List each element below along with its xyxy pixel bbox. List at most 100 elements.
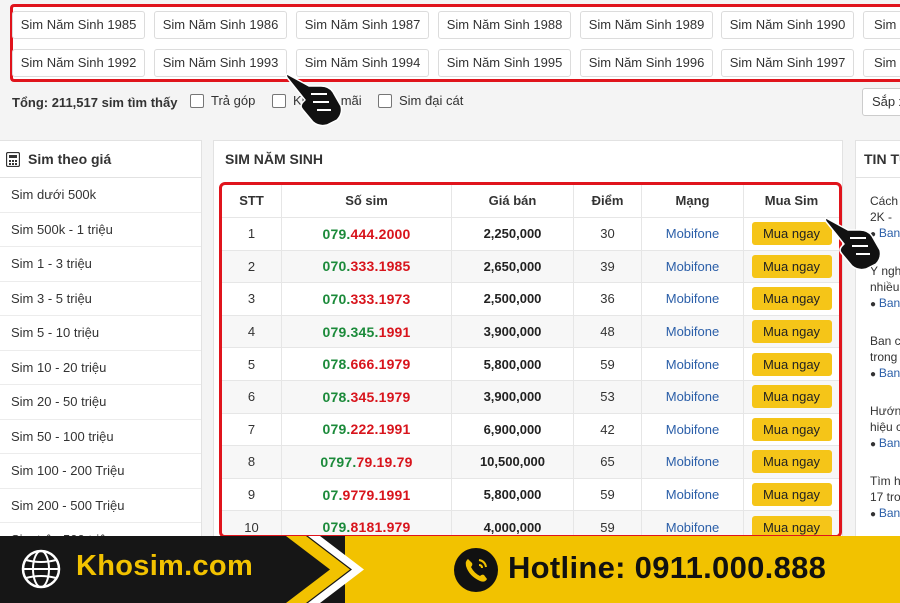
buy-now-button[interactable]: Mua ngay xyxy=(751,483,832,507)
sim-number[interactable]: 0797.79.19.79 xyxy=(282,446,452,478)
sim-number-suffix: 444.2000 xyxy=(350,225,411,242)
lucky-label: Sim đại cát xyxy=(399,93,464,108)
sim-price: 5,800,000 xyxy=(452,348,574,380)
news-item[interactable]: Ban c trong ● Ban xyxy=(870,333,900,383)
year-tag[interactable]: Sim Năm Sinh 1997 xyxy=(721,49,854,77)
year-tag[interactable]: Sim Năm Sinh 1985 xyxy=(12,11,145,39)
buy-now-button[interactable]: Mua ngay xyxy=(751,385,832,409)
news-title-line: Cách xyxy=(870,194,899,208)
news-item[interactable]: Tìm h 17 tro ● Ban xyxy=(870,473,900,523)
year-tag[interactable]: Sim Năm Sinh 1989 xyxy=(580,11,713,39)
buy-cell: Mua ngay xyxy=(744,414,839,446)
sidebar-price-item[interactable]: Sim 10 - 20 triệu xyxy=(0,351,201,385)
table-row: 9 07.9779.1991 5,800,000 59 Mobifone Mua ngay xyxy=(222,478,839,512)
row-index: 8 xyxy=(222,446,282,478)
sim-network[interactable]: Mobifone xyxy=(642,478,744,511)
sidebar-price-item[interactable]: Sim 100 - 200 Triệu xyxy=(0,454,201,489)
sim-number[interactable]: 070.333.1985 xyxy=(282,250,452,283)
sim-network[interactable]: Mobifone xyxy=(642,381,744,413)
sim-network[interactable]: Mobifone xyxy=(642,511,744,535)
news-title-line: Tìm h xyxy=(870,474,900,488)
sim-number[interactable]: 078.666.1979 xyxy=(282,348,452,380)
sim-number-suffix: 9779.1991 xyxy=(342,486,411,503)
buy-cell: Mua ngay xyxy=(744,381,839,413)
year-tag[interactable]: Sim Năm Sinh 1993 xyxy=(154,49,287,77)
checkbox-icon[interactable] xyxy=(378,93,392,108)
year-tag[interactable]: Sim Năm Sinh 1998 xyxy=(863,49,900,77)
news-link[interactable]: Ban xyxy=(879,436,900,450)
sim-score: 48 xyxy=(574,315,642,348)
checkbox-icon[interactable] xyxy=(190,93,204,108)
sim-network[interactable]: Mobifone xyxy=(642,283,744,315)
sort-dropdown[interactable]: Sắp xếp xyxy=(862,88,900,116)
sim-network[interactable]: Mobifone xyxy=(642,348,744,380)
news-link[interactable]: Ban xyxy=(879,296,900,310)
sim-number[interactable]: 079.222.1991 xyxy=(282,413,452,446)
buy-now-button[interactable]: Mua ngay xyxy=(751,417,832,441)
buy-now-button[interactable]: Mua ngay xyxy=(751,352,832,376)
phone-icon xyxy=(454,548,498,592)
header-buy: Mua Sim xyxy=(764,193,819,209)
sim-network[interactable]: Mobifone xyxy=(642,446,744,478)
sim-score: 30 xyxy=(574,218,642,250)
calculator-icon xyxy=(6,151,20,167)
buy-now-button[interactable]: Mua ngay xyxy=(751,450,832,474)
buy-now-button[interactable]: Mua ngay xyxy=(751,320,832,344)
news-title-line: 17 tro xyxy=(870,490,900,504)
pointing-hand-icon xyxy=(824,217,882,271)
sim-number-suffix: 333.1973 xyxy=(350,290,411,307)
buy-cell: Mua ngay xyxy=(744,511,839,535)
sim-network[interactable]: Mobifone xyxy=(642,250,744,283)
sim-score: 53 xyxy=(574,381,642,413)
sim-network[interactable]: Mobifone xyxy=(642,315,744,348)
year-tag[interactable]: Sim Năm Sinh 1995 xyxy=(438,49,571,77)
news-item[interactable]: Hướn hiệu c ● Ban xyxy=(870,403,900,453)
sidebar-price-item[interactable]: Sim 200 - 500 Triệu xyxy=(0,489,201,523)
year-tag[interactable]: Sim Năm Sinh 1992 xyxy=(12,49,145,77)
news-title-line: Hướn xyxy=(870,404,900,418)
sidebar-price-item[interactable]: Sim dưới 500k xyxy=(0,178,201,213)
news-link[interactable]: Ban xyxy=(879,366,900,380)
sidebar-price-item[interactable]: Sim 500k - 1 triệu xyxy=(0,213,201,247)
sim-number[interactable]: 079.444.2000 xyxy=(282,218,452,250)
installment-label: Trả góp xyxy=(211,93,256,108)
year-tag[interactable]: Sim Năm Sinh 1987 xyxy=(296,11,429,39)
sim-number[interactable]: 070.333.1973 xyxy=(282,283,452,315)
year-tag[interactable]: Sim Năm Sinh 1991 xyxy=(863,11,900,39)
table-row: 2 070.333.1985 2,650,000 39 Mobifone Mua ngay xyxy=(222,250,839,284)
sidebar-price-item[interactable]: Sim 20 - 50 triệu xyxy=(0,385,201,420)
sidebar-price-item[interactable]: Sim 5 - 10 triệu xyxy=(0,316,201,351)
sim-number-prefix: 079.345. xyxy=(322,323,379,340)
year-tag[interactable]: Sim Năm Sinh 1990 xyxy=(721,11,854,39)
sim-price: 2,500,000 xyxy=(452,283,574,315)
sim-number[interactable]: 078.345.1979 xyxy=(282,381,452,413)
sim-number-prefix: 078. xyxy=(322,388,351,405)
news-link[interactable]: Ban xyxy=(879,506,900,520)
brand-name: Khosim.com xyxy=(76,550,254,582)
sim-number-suffix: 8181.979 xyxy=(350,519,411,536)
row-index: 10 xyxy=(222,511,282,535)
news-title-line: hiệu c xyxy=(870,420,900,434)
buy-now-button[interactable]: Mua ngay xyxy=(751,515,832,535)
lucky-checkbox[interactable]: Sim đại cát xyxy=(378,93,463,108)
installment-checkbox[interactable]: Trả góp xyxy=(190,93,255,108)
buy-now-button[interactable]: Mua ngay xyxy=(751,254,832,278)
year-tag[interactable]: Sim Năm Sinh 1996 xyxy=(580,49,713,77)
sim-network[interactable]: Mobifone xyxy=(642,413,744,446)
sidebar-price-item[interactable]: Sim 3 - 5 triệu xyxy=(0,282,201,316)
table-row: 8 0797.79.19.79 10,500,000 65 Mobifone Mua ng… xyxy=(222,446,839,479)
buy-now-button[interactable]: Mua ngay xyxy=(751,222,832,246)
sim-number[interactable]: 07.9779.1991 xyxy=(282,478,452,511)
header-stt: STT xyxy=(222,185,282,217)
sim-number[interactable]: 079.345.1991 xyxy=(282,315,452,348)
sidebar-price-item[interactable]: Sim 50 - 100 triệu xyxy=(0,420,201,454)
buy-now-button[interactable]: Mua ngay xyxy=(751,287,832,311)
sim-number[interactable]: 079.8181.979 xyxy=(282,511,452,536)
sidebar-price-item[interactable]: Sim 1 - 3 triệu xyxy=(0,247,201,282)
promo-banner: Khosim.com Hotline: 0911.000.888 xyxy=(0,536,900,603)
year-tag[interactable]: Sim Năm Sinh 1988 xyxy=(438,11,571,39)
sim-price: 6,900,000 xyxy=(452,413,574,446)
sim-number-prefix: 079. xyxy=(322,519,351,536)
year-tag[interactable]: Sim Năm Sinh 1986 xyxy=(154,11,287,39)
sim-network[interactable]: Mobifone xyxy=(642,218,744,250)
